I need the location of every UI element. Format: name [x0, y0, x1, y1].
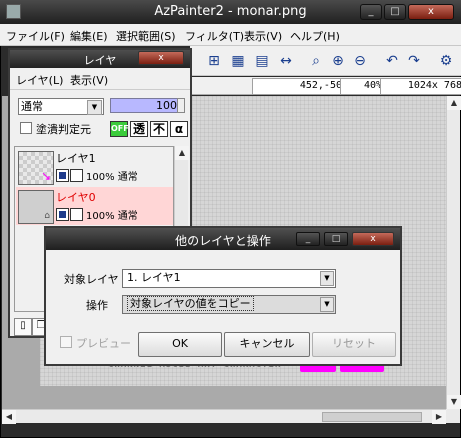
settings-icon[interactable]: ⚙ — [436, 51, 456, 71]
preview-checkbox[interactable] — [60, 336, 72, 348]
pattern-icon[interactable]: ▦ — [228, 51, 248, 71]
layer-menu-view[interactable]: 表示(V) — [70, 72, 108, 88]
opacity-spinner[interactable] — [177, 98, 185, 113]
scroll-down-icon[interactable]: ▼ — [447, 395, 461, 409]
menu-view[interactable]: 表示(V) — [244, 28, 282, 44]
visibility-toggle[interactable] — [56, 169, 69, 182]
mode-opaque-button[interactable]: 不 — [150, 121, 168, 137]
mode-transparent-button[interactable]: 透 — [130, 121, 148, 137]
operation-label: 操作 — [86, 299, 108, 312]
menubar: ファイル(F) 編集(E) 選択範囲(S) フィルタ(T) 表示(V) ヘルプ(… — [0, 24, 461, 46]
target-layer-label: 対象レイヤ — [64, 273, 119, 286]
scroll-thumb[interactable] — [322, 412, 422, 422]
scroll-right-icon[interactable]: ▶ — [432, 410, 446, 424]
scroll-up-icon[interactable]: ▲ — [447, 96, 461, 110]
menu-filter[interactable]: フィルタ(T) — [185, 28, 244, 44]
scroll-left-icon[interactable]: ◀ — [2, 410, 16, 424]
layer-name: レイヤ0 — [56, 191, 96, 204]
layer-info: 100% 通常 — [86, 172, 138, 183]
menu-file[interactable]: ファイル(F) — [6, 28, 65, 44]
dialog-maximize-button[interactable]: □ — [324, 232, 348, 246]
fit-width-icon[interactable]: ↔ — [276, 51, 296, 71]
layer-row[interactable]: ↘ レイヤ1 100% 通常 — [16, 148, 173, 186]
menu-help[interactable]: ヘルプ(H) — [290, 28, 340, 44]
layer-thumbnail: ↘ — [18, 151, 54, 185]
redo-icon[interactable]: ↷ — [404, 51, 424, 71]
minimize-button[interactable]: _ — [360, 4, 382, 20]
layer-row-selected[interactable]: ⌂ レイヤ0 100% 通常 — [16, 187, 173, 225]
lock-toggle[interactable] — [70, 169, 83, 182]
target-layer-value: 1. レイヤ1 — [127, 271, 181, 284]
layer-info: 100% 通常 — [86, 211, 138, 222]
dialog-minimize-button[interactable]: _ — [296, 232, 320, 246]
chevron-down-icon: ▼ — [87, 100, 102, 115]
mode-off-button[interactable]: OFF — [110, 121, 129, 137]
maximize-button[interactable]: □ — [384, 4, 406, 20]
cursor-coords: 452,-50 — [252, 78, 346, 95]
horizontal-scrollbar[interactable]: ◀ ▶ — [2, 409, 446, 424]
chevron-down-icon: ▼ — [320, 297, 334, 312]
dialog-close-button[interactable]: x — [352, 232, 394, 246]
mode-alpha-button[interactable]: α — [170, 121, 188, 137]
vertical-scrollbar[interactable]: ▲ ▼ — [446, 96, 461, 409]
menu-edit[interactable]: 編集(E) — [70, 28, 108, 44]
operation-value: 対象レイヤの値をコピー — [127, 296, 254, 311]
layer-panel-menubar: レイヤ(L) 表示(V) — [10, 68, 190, 90]
figure-icon: ⌂ — [44, 211, 50, 221]
visibility-toggle[interactable] — [56, 208, 69, 221]
blend-mode-value: 通常 — [21, 100, 43, 113]
statusbar: 452,-50 40% 1024x 768 — [190, 77, 461, 95]
scroll-up-icon[interactable]: ▲ — [175, 146, 189, 160]
zoom-icon[interactable]: ⌕ — [306, 51, 326, 71]
toolbar: ⊞ ▦ ▤ ↔ ⌕ ⊕ ⊖ ↶ ↷ ⚙ — [190, 46, 461, 76]
table-icon[interactable]: ▤ — [252, 51, 272, 71]
layer-menu-layer[interactable]: レイヤ(L) — [16, 72, 63, 88]
cancel-button[interactable]: キャンセル — [224, 332, 310, 357]
close-button[interactable]: x — [408, 4, 454, 20]
layer-panel-close-button[interactable]: x — [138, 51, 184, 65]
arrow-icon: ↘ — [40, 169, 51, 183]
chevron-down-icon: ▼ — [320, 271, 334, 286]
opacity-field[interactable]: 100 — [110, 98, 184, 113]
grid-icon[interactable]: ⊞ — [204, 51, 224, 71]
new-layer-icon[interactable]: ▯ — [14, 318, 32, 336]
reset-button[interactable]: リセット — [312, 332, 396, 357]
layer-name: レイヤ1 — [56, 152, 96, 165]
layer-operation-dialog: 他のレイヤと操作 _ □ x 対象レイヤ 1. レイヤ1 ▼ 操作 対象レイヤの… — [44, 226, 402, 366]
layer-thumbnail: ⌂ — [18, 190, 54, 224]
ok-button[interactable]: OK — [138, 332, 222, 357]
undo-icon[interactable]: ↶ — [382, 51, 402, 71]
zoom-in-icon[interactable]: ⊕ — [328, 51, 348, 71]
operation-select[interactable]: 対象レイヤの値をコピー ▼ — [122, 295, 336, 314]
blend-mode-select[interactable]: 通常 ▼ — [18, 98, 104, 115]
image-size: 1024x 768 — [380, 78, 461, 95]
zoom-out-icon[interactable]: ⊖ — [350, 51, 370, 71]
preview-label: プレビュー — [76, 337, 131, 350]
fill-source-checkbox[interactable] — [20, 122, 32, 134]
lock-toggle[interactable] — [70, 208, 83, 221]
fill-source-label: 塗潰判定元 — [36, 123, 91, 136]
resize-corner[interactable] — [446, 409, 460, 423]
target-layer-select[interactable]: 1. レイヤ1 ▼ — [122, 269, 336, 288]
menu-selection[interactable]: 選択範囲(S) — [116, 28, 176, 44]
